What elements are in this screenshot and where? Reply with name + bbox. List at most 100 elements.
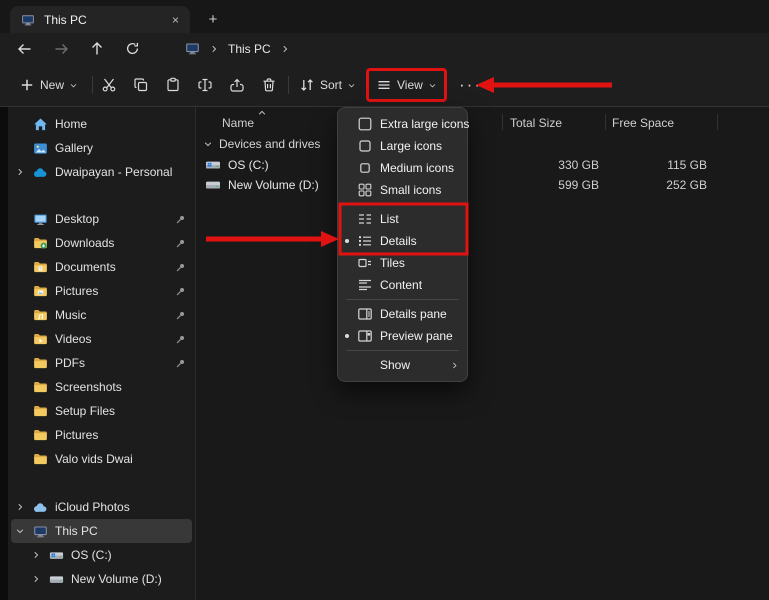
- column-separator[interactable]: [605, 114, 606, 130]
- column-header-total-size[interactable]: Total Size: [510, 116, 562, 130]
- menu-item-preview-pane[interactable]: Preview pane: [338, 325, 467, 347]
- column-header-free-space[interactable]: Free Space: [612, 116, 674, 130]
- column-header-name[interactable]: Name: [222, 116, 254, 130]
- new-tab-button[interactable]: +: [202, 11, 224, 28]
- cut-button[interactable]: [96, 72, 122, 98]
- sidebar-item-os-c[interactable]: OS (C:): [11, 543, 192, 567]
- tiles-view-icon: [357, 255, 373, 271]
- menu-item-medium-icons[interactable]: Medium icons: [338, 157, 467, 179]
- delete-button[interactable]: [256, 72, 282, 98]
- menu-item-large-icons[interactable]: Large icons: [338, 135, 467, 157]
- sidebar-item-setup-files[interactable]: Setup Files: [11, 399, 192, 423]
- sidebar-item-home[interactable]: Home: [11, 112, 192, 136]
- column-separator[interactable]: [717, 114, 718, 130]
- pin-icon: [175, 358, 186, 369]
- folder-icon: [32, 403, 48, 419]
- sidebar-item-screenshots[interactable]: Screenshots: [11, 375, 192, 399]
- sort-button[interactable]: Sort: [294, 72, 361, 98]
- sidebar-item-pictures-2[interactable]: Pictures: [11, 423, 192, 447]
- tab-this-pc[interactable]: This PC ×: [10, 6, 190, 33]
- content-view-icon: [357, 277, 373, 293]
- documents-folder-icon: [32, 259, 48, 275]
- drive-row-os-c[interactable]: OS (C:) 330 GB 115 GB: [197, 155, 769, 175]
- sidebar-item-new-volume-d[interactable]: New Volume (D:): [11, 567, 192, 591]
- sidebar-item-this-pc[interactable]: This PC: [11, 519, 192, 543]
- extra-large-icons-icon: [357, 116, 373, 132]
- chevron-right-icon[interactable]: [13, 500, 27, 514]
- sidebar-item-onedrive-personal[interactable]: Dwaipayan - Personal: [11, 160, 192, 184]
- new-plus-icon: [19, 77, 35, 93]
- copy-button[interactable]: [128, 72, 154, 98]
- music-folder-icon: [32, 307, 48, 323]
- toolbar-separator: [92, 76, 93, 94]
- command-bar: New Sort View ···: [0, 64, 769, 107]
- menu-item-show[interactable]: Show: [338, 354, 467, 376]
- menu-item-details[interactable]: Details: [338, 230, 467, 252]
- menu-item-extra-large-icons[interactable]: Extra large icons: [338, 113, 467, 135]
- sidebar-item-documents[interactable]: Documents: [11, 255, 192, 279]
- this-pc-icon: [184, 41, 200, 57]
- sidebar-item-valo-vids-dwai[interactable]: Valo vids Dwai: [11, 447, 192, 471]
- menu-item-details-pane[interactable]: Details pane: [338, 303, 467, 325]
- view-button[interactable]: View: [371, 72, 442, 98]
- home-icon: [32, 116, 48, 132]
- sidebar-item-icloud-photos[interactable]: iCloud Photos: [11, 495, 192, 519]
- share-button[interactable]: [224, 72, 250, 98]
- chevron-right-icon[interactable]: [13, 165, 27, 179]
- drive-name: New Volume (D:): [228, 178, 319, 192]
- chevron-down-icon: [69, 81, 78, 90]
- menu-item-small-icons[interactable]: Small icons: [338, 179, 467, 201]
- pin-icon: [175, 334, 186, 345]
- chevron-right-icon[interactable]: [29, 572, 43, 586]
- pin-icon: [175, 286, 186, 297]
- total-size-value: 599 GB: [517, 178, 599, 192]
- refresh-button[interactable]: [124, 40, 141, 57]
- pin-icon: [175, 310, 186, 321]
- rename-button[interactable]: [192, 72, 218, 98]
- sidebar-item-desktop[interactable]: Desktop: [11, 207, 192, 231]
- chevron-right-icon[interactable]: [280, 44, 290, 54]
- new-button[interactable]: New: [14, 72, 83, 98]
- up-button[interactable]: [88, 40, 105, 57]
- menu-item-list[interactable]: List: [338, 208, 467, 230]
- gallery-icon: [32, 140, 48, 156]
- chevron-down-icon[interactable]: [13, 524, 27, 538]
- menu-item-tiles[interactable]: Tiles: [338, 252, 467, 274]
- breadcrumb-this-pc[interactable]: This PC: [228, 42, 271, 56]
- free-space-value: 115 GB: [625, 158, 707, 172]
- window-left-margin: [0, 107, 8, 600]
- titlebar: This PC × +: [0, 0, 769, 33]
- sidebar-item-music[interactable]: Music: [11, 303, 192, 327]
- downloads-folder-icon: [32, 235, 48, 251]
- group-devices-and-drives[interactable]: Devices and drives: [203, 136, 320, 152]
- icloud-photos-icon: [32, 499, 48, 515]
- menu-item-content[interactable]: Content: [338, 274, 467, 296]
- folder-icon: [32, 355, 48, 371]
- close-tab-icon[interactable]: ×: [169, 13, 182, 27]
- chevron-down-icon[interactable]: [203, 139, 213, 149]
- chevron-right-icon: [209, 44, 219, 54]
- sidebar-item-gallery[interactable]: Gallery: [11, 136, 192, 160]
- videos-folder-icon: [32, 331, 48, 347]
- pin-icon: [175, 238, 186, 249]
- toolbar-separator: [288, 76, 289, 94]
- back-button[interactable]: [16, 40, 33, 57]
- file-list: Name Total Size Free Space Devices and d…: [197, 107, 769, 600]
- view-button-label: View: [397, 78, 423, 92]
- file-explorer-window: This PC × + This PC New: [0, 0, 769, 600]
- more-options-button[interactable]: ···: [454, 75, 487, 95]
- paste-button[interactable]: [160, 72, 186, 98]
- drive-row-new-volume-d[interactable]: New Volume (D:) 599 GB 252 GB: [197, 175, 769, 195]
- pin-icon: [175, 262, 186, 273]
- chevron-right-icon[interactable]: [29, 548, 43, 562]
- red-box-view-button: View: [366, 68, 447, 102]
- forward-button[interactable]: [52, 40, 69, 57]
- sidebar-item-videos[interactable]: Videos: [11, 327, 192, 351]
- column-separator[interactable]: [502, 114, 503, 130]
- sidebar-item-pictures[interactable]: Pictures: [11, 279, 192, 303]
- sidebar-item-downloads[interactable]: Downloads: [11, 231, 192, 255]
- sidebar-item-pdfs[interactable]: PDFs: [11, 351, 192, 375]
- drive-name: OS (C:): [228, 158, 269, 172]
- group-label: Devices and drives: [219, 137, 320, 151]
- column-headers: Name Total Size Free Space: [197, 110, 769, 132]
